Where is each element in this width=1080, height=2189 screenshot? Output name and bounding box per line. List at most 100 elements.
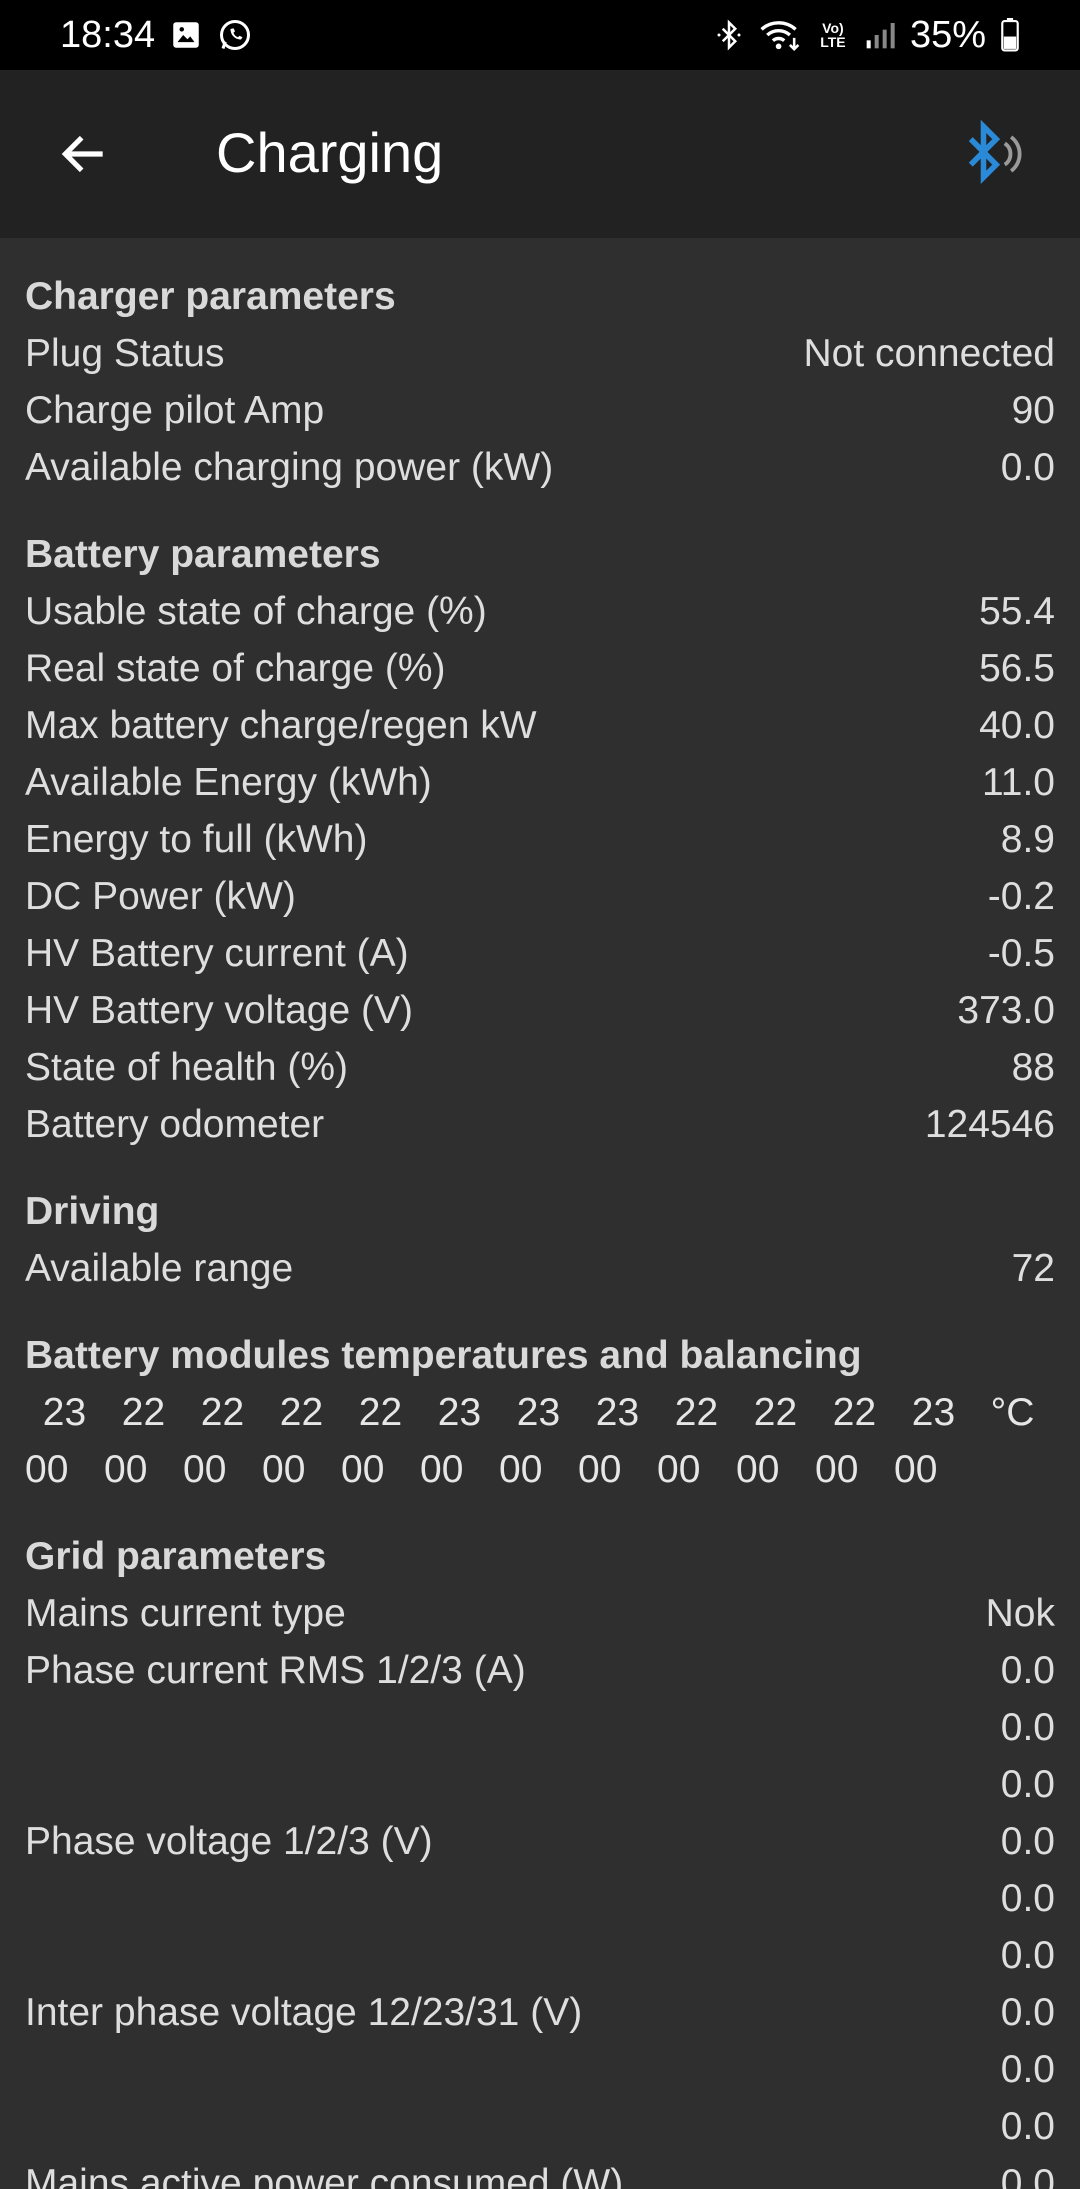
row-label: Available range bbox=[25, 1247, 294, 1290]
module-balance: 00 bbox=[341, 1448, 385, 1491]
row-label: Battery odometer bbox=[25, 1103, 325, 1146]
module-temp: 23 bbox=[911, 1391, 956, 1434]
hv-battery-current-row: HV Battery current (A) -0.5 bbox=[25, 925, 1055, 982]
row-value: -0.2 bbox=[987, 875, 1055, 918]
gallery-icon bbox=[169, 18, 203, 52]
battery-odometer-row: Battery odometer 124546 bbox=[25, 1096, 1055, 1153]
module-balance: 00 bbox=[25, 1448, 69, 1491]
status-left: 18:34 bbox=[60, 14, 253, 57]
row-label: HV Battery voltage (V) bbox=[25, 989, 413, 1032]
hv-battery-voltage-row: HV Battery voltage (V) 373.0 bbox=[25, 982, 1055, 1039]
bluetooth-signal-icon bbox=[968, 120, 1022, 185]
module-balance: 00 bbox=[657, 1448, 701, 1491]
phase-current-row: Phase current RMS 1/2/3 (A) 0.0 0.0 0.0 bbox=[25, 1642, 1055, 1813]
module-balance: 00 bbox=[578, 1448, 622, 1491]
module-temp: 22 bbox=[121, 1391, 166, 1434]
module-temp: 23 bbox=[595, 1391, 640, 1434]
module-balance: 00 bbox=[499, 1448, 543, 1491]
modules-section-title: Battery modules temperatures and balanci… bbox=[25, 1334, 862, 1377]
row-label: Phase current RMS 1/2/3 (A) bbox=[25, 1649, 526, 1692]
row-label: Charge pilot Amp bbox=[25, 389, 325, 432]
plug-status-row: Plug Status Not connected bbox=[25, 325, 1055, 382]
module-temp: 22 bbox=[279, 1391, 324, 1434]
status-bar: 18:34 Vo) LTE 35% bbox=[0, 0, 1080, 70]
row-label: Energy to full (kWh) bbox=[25, 818, 368, 861]
module-balance: 00 bbox=[736, 1448, 780, 1491]
phase-3-value: 0.0 bbox=[1000, 1934, 1055, 1977]
module-balance: 00 bbox=[420, 1448, 464, 1491]
available-charging-power-row: Available charging power (kW) 0.0 bbox=[25, 439, 1055, 496]
module-temperatures: 23 22 22 22 22 23 23 23 22 22 22 23 °C bbox=[25, 1384, 1055, 1441]
battery-section-title: Battery parameters bbox=[25, 533, 381, 576]
whatsapp-icon bbox=[217, 17, 253, 53]
module-balance: 00 bbox=[815, 1448, 859, 1491]
phase-3-value: 0.0 bbox=[1000, 1763, 1055, 1806]
volte-icon: Vo) LTE bbox=[820, 20, 846, 50]
mains-active-power-row: Mains active power consumed (W) 0.0 bbox=[25, 2155, 1055, 2189]
arrow-left-icon bbox=[61, 135, 103, 173]
row-label: Max battery charge/regen kW bbox=[25, 704, 537, 747]
row-label: HV Battery current (A) bbox=[25, 932, 409, 975]
inter-phase-voltage-row: Inter phase voltage 12/23/31 (V) 0.0 0.0… bbox=[25, 1984, 1055, 2155]
module-temp: 23 bbox=[42, 1391, 87, 1434]
usable-soc-row: Usable state of charge (%) 55.4 bbox=[25, 583, 1055, 640]
content[interactable]: Charger parameters Plug Status Not conne… bbox=[0, 238, 1080, 2189]
row-value: -0.5 bbox=[987, 932, 1055, 975]
row-value: 124546 bbox=[924, 1103, 1055, 1146]
module-balance: 00 bbox=[104, 1448, 148, 1491]
mains-current-type-row: Mains current type Nok bbox=[25, 1585, 1055, 1642]
dc-power-row: DC Power (kW) -0.2 bbox=[25, 868, 1055, 925]
row-value: 40.0 bbox=[979, 704, 1055, 747]
available-energy-row: Available Energy (kWh) 11.0 bbox=[25, 754, 1055, 811]
battery-icon bbox=[1000, 18, 1020, 52]
module-temp: 22 bbox=[358, 1391, 403, 1434]
row-label: Plug Status bbox=[25, 332, 225, 375]
row-value: 11.0 bbox=[981, 761, 1055, 804]
module-temp: 22 bbox=[832, 1391, 877, 1434]
temp-unit: °C bbox=[990, 1391, 1035, 1434]
row-values: 0.0 0.0 0.0 bbox=[1001, 1642, 1055, 1813]
charger-section-title: Charger parameters bbox=[25, 275, 396, 318]
signal-icon bbox=[864, 19, 896, 51]
grid-section-title: Grid parameters bbox=[25, 1535, 327, 1578]
row-label: DC Power (kW) bbox=[25, 875, 296, 918]
driving-section-title: Driving bbox=[25, 1190, 160, 1233]
module-balance: 00 bbox=[262, 1448, 306, 1491]
module-balance: 00 bbox=[894, 1448, 938, 1491]
row-label: Available charging power (kW) bbox=[25, 446, 554, 489]
row-label: Mains current type bbox=[25, 1592, 346, 1635]
charge-pilot-row: Charge pilot Amp 90 bbox=[25, 382, 1055, 439]
module-temp: 22 bbox=[674, 1391, 719, 1434]
module-temp: 23 bbox=[516, 1391, 561, 1434]
module-balance: 00 bbox=[183, 1448, 227, 1491]
row-label: Inter phase voltage 12/23/31 (V) bbox=[25, 1991, 583, 2034]
phase-2-value: 0.0 bbox=[1000, 1706, 1055, 1749]
row-label: Mains active power consumed (W) bbox=[25, 2162, 624, 2189]
row-value: 56.5 bbox=[979, 647, 1055, 690]
battery-percent: 35% bbox=[909, 13, 986, 56]
row-value: 88 bbox=[1011, 1046, 1055, 1089]
phase-12-value: 0.0 bbox=[1000, 1991, 1055, 2034]
row-label: Real state of charge (%) bbox=[25, 647, 446, 690]
row-value: 72 bbox=[1011, 1247, 1055, 1290]
page-title: Charging bbox=[216, 121, 444, 184]
phase-23-value: 0.0 bbox=[1000, 2048, 1055, 2091]
row-label: Phase voltage 1/2/3 (V) bbox=[25, 1820, 433, 1863]
max-charge-regen-row: Max battery charge/regen kW 40.0 bbox=[25, 697, 1055, 754]
state-of-health-row: State of health (%) 88 bbox=[25, 1039, 1055, 1096]
row-label: Available Energy (kWh) bbox=[25, 761, 432, 804]
row-value: 0.0 bbox=[1000, 2162, 1055, 2189]
bluetooth-connection-button[interactable] bbox=[952, 114, 1032, 194]
app-bar: Charging bbox=[0, 70, 1080, 238]
row-value: 0.0 bbox=[1000, 446, 1055, 489]
phase-voltage-row: Phase voltage 1/2/3 (V) 0.0 0.0 0.0 bbox=[25, 1813, 1055, 1984]
row-value: Not connected bbox=[803, 332, 1055, 375]
row-label: State of health (%) bbox=[25, 1046, 349, 1089]
module-temp: 23 bbox=[437, 1391, 482, 1434]
phase-2-value: 0.0 bbox=[1000, 1877, 1055, 1920]
real-soc-row: Real state of charge (%) 56.5 bbox=[25, 640, 1055, 697]
back-button[interactable] bbox=[48, 118, 120, 190]
status-right: Vo) LTE 35% bbox=[714, 14, 1020, 57]
module-balancing: 00 00 00 00 00 00 00 00 00 00 00 00 bbox=[25, 1441, 1055, 1498]
row-values: 0.0 0.0 0.0 bbox=[1001, 1984, 1055, 2155]
